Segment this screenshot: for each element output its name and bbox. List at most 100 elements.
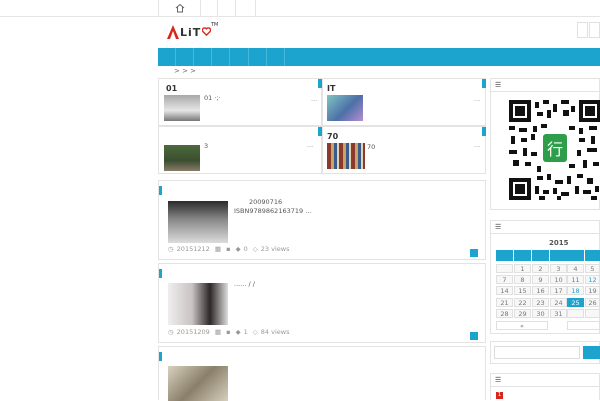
category-icon: ▦ — [214, 245, 221, 253]
featured-more[interactable]: ... — [311, 95, 317, 103]
featured-more[interactable]: ... — [474, 95, 480, 103]
list-icon: ☰ — [495, 81, 502, 89]
calendar-day: 26 — [585, 297, 600, 307]
like-icon: ◆ — [235, 328, 241, 336]
calendar-weekday-cell — [514, 250, 531, 261]
post-comments: 1 — [243, 328, 248, 336]
post-thumb[interactable] — [168, 201, 228, 243]
qr-code: 行 — [509, 100, 600, 200]
list-icon: ☰ — [495, 376, 502, 384]
calendar-prev-month[interactable]: « — [496, 321, 548, 330]
calendar-day: 1 — [514, 264, 531, 273]
calendar-day: 10 — [550, 275, 567, 285]
calendar-day: 9 — [532, 275, 549, 285]
main-nav — [158, 48, 600, 66]
featured-card-1[interactable]: 01 01 ·;· ... — [158, 78, 322, 126]
nav-item-4[interactable] — [229, 48, 230, 66]
calendar-day: 19 — [585, 286, 600, 296]
top-cell-2[interactable] — [200, 0, 217, 17]
calendar-title: 2015 — [549, 239, 569, 247]
logo-tm: TM — [211, 22, 219, 28]
tag-count-badge[interactable]: 1 — [496, 392, 503, 399]
calendar-day[interactable]: 12 — [585, 275, 600, 285]
header-button-1[interactable] — [577, 22, 588, 38]
post-meta: ◷ 20151212 ▦ ▪ ◆ 0 ◇ 23 views — [168, 245, 292, 253]
calendar-day: 4 — [567, 264, 584, 273]
post-accent — [159, 269, 162, 278]
qr-center-char: 行 — [547, 140, 563, 159]
post-card-2: ...... / / ◷ 20151209 ▦ ▪ ◆ 1 ◇ 84 views — [158, 263, 486, 343]
featured-thumb — [327, 143, 365, 169]
calendar-day: 7 — [496, 275, 513, 285]
calendar-day: 21 — [496, 297, 513, 307]
qr-widget: 行 — [490, 92, 600, 210]
post-accent — [159, 352, 162, 361]
featured-more[interactable]: ... — [307, 141, 313, 149]
featured-caption: 70 — [367, 143, 376, 151]
top-cell-4[interactable] — [235, 0, 255, 17]
top-cell-home[interactable] — [158, 0, 200, 17]
list-icon: ☰ — [495, 223, 502, 231]
featured-accent — [482, 79, 486, 88]
calendar-day: 30 — [532, 308, 549, 318]
category-icon: ▦ — [214, 328, 221, 336]
top-cell-5 — [255, 0, 256, 17]
nav-item-3[interactable] — [211, 48, 212, 66]
featured-thumb — [164, 95, 200, 121]
featured-thumb — [327, 95, 363, 121]
featured-title: 01 — [166, 84, 178, 93]
site-logo[interactable]: LiT TM — [166, 22, 226, 44]
calendar-day: 31 — [550, 308, 567, 318]
like-icon: ◆ — [235, 245, 241, 253]
post-excerpt-line2: ISBN9789862163719 ... — [234, 207, 312, 215]
search-button[interactable] — [583, 346, 600, 359]
views-icon: ◇ — [252, 245, 258, 253]
logo-a-icon — [167, 25, 179, 39]
calendar-day: 3 — [550, 264, 567, 273]
calendar-day: 28 — [496, 308, 513, 318]
clock-icon: ◷ — [168, 328, 174, 336]
featured-title: IT — [327, 84, 336, 93]
logo-text: LiT — [180, 26, 202, 39]
calendar-day — [585, 308, 600, 318]
post-views: 23 views — [260, 245, 290, 253]
post-comments: 0 — [243, 245, 248, 253]
clock-icon: ◷ — [168, 245, 174, 253]
logo-heart-icon — [202, 27, 211, 36]
tags-widget — [490, 387, 600, 400]
calendar-weekday-cell — [496, 250, 513, 261]
calendar-day: 24 — [550, 297, 567, 307]
calendar-next-month[interactable] — [567, 321, 600, 330]
top-cell-3[interactable] — [217, 0, 235, 17]
post-thumb[interactable] — [168, 283, 228, 325]
calendar-day: 5 — [585, 264, 600, 273]
post-card-1: 20090716 ISBN9789862163719 ... ◷ 20151212… — [158, 180, 486, 260]
calendar-day[interactable]: 25 — [567, 297, 584, 307]
sidebar-widget-header-qr: ☰ — [490, 78, 600, 92]
featured-more[interactable]: ... — [474, 141, 480, 149]
nav-item-7[interactable] — [284, 48, 285, 66]
featured-card-3[interactable]: 3 ... — [158, 126, 322, 174]
featured-caption: 01 ·;· — [204, 94, 221, 102]
calendar-weekday-cell — [550, 250, 567, 261]
breadcrumb: > > > — [174, 67, 197, 75]
post-meta: ◷ 20151209 ▦ ▪ ◆ 1 ◇ 84 views — [168, 328, 292, 336]
featured-caption: 3 — [204, 142, 209, 150]
search-input[interactable] — [494, 346, 580, 359]
nav-item-1[interactable] — [175, 48, 176, 66]
header-button-2[interactable] — [589, 22, 600, 38]
featured-card-4[interactable]: 70 70 ... — [322, 126, 486, 174]
featured-card-2[interactable]: IT ... — [322, 78, 486, 126]
calendar-weekday-cell — [567, 250, 584, 261]
calendar-day — [567, 308, 584, 318]
calendar-day: 11 — [567, 275, 584, 285]
comment-icon: ▪ — [226, 245, 231, 253]
featured-accent — [482, 127, 486, 136]
nav-item-2[interactable] — [193, 48, 194, 66]
calendar-day[interactable]: 18 — [567, 286, 584, 296]
nav-item-5[interactable] — [248, 48, 249, 66]
nav-item-6[interactable] — [266, 48, 267, 66]
post-thumb[interactable] — [168, 366, 228, 401]
post-views: 84 views — [260, 328, 290, 336]
post-corner — [470, 332, 478, 340]
